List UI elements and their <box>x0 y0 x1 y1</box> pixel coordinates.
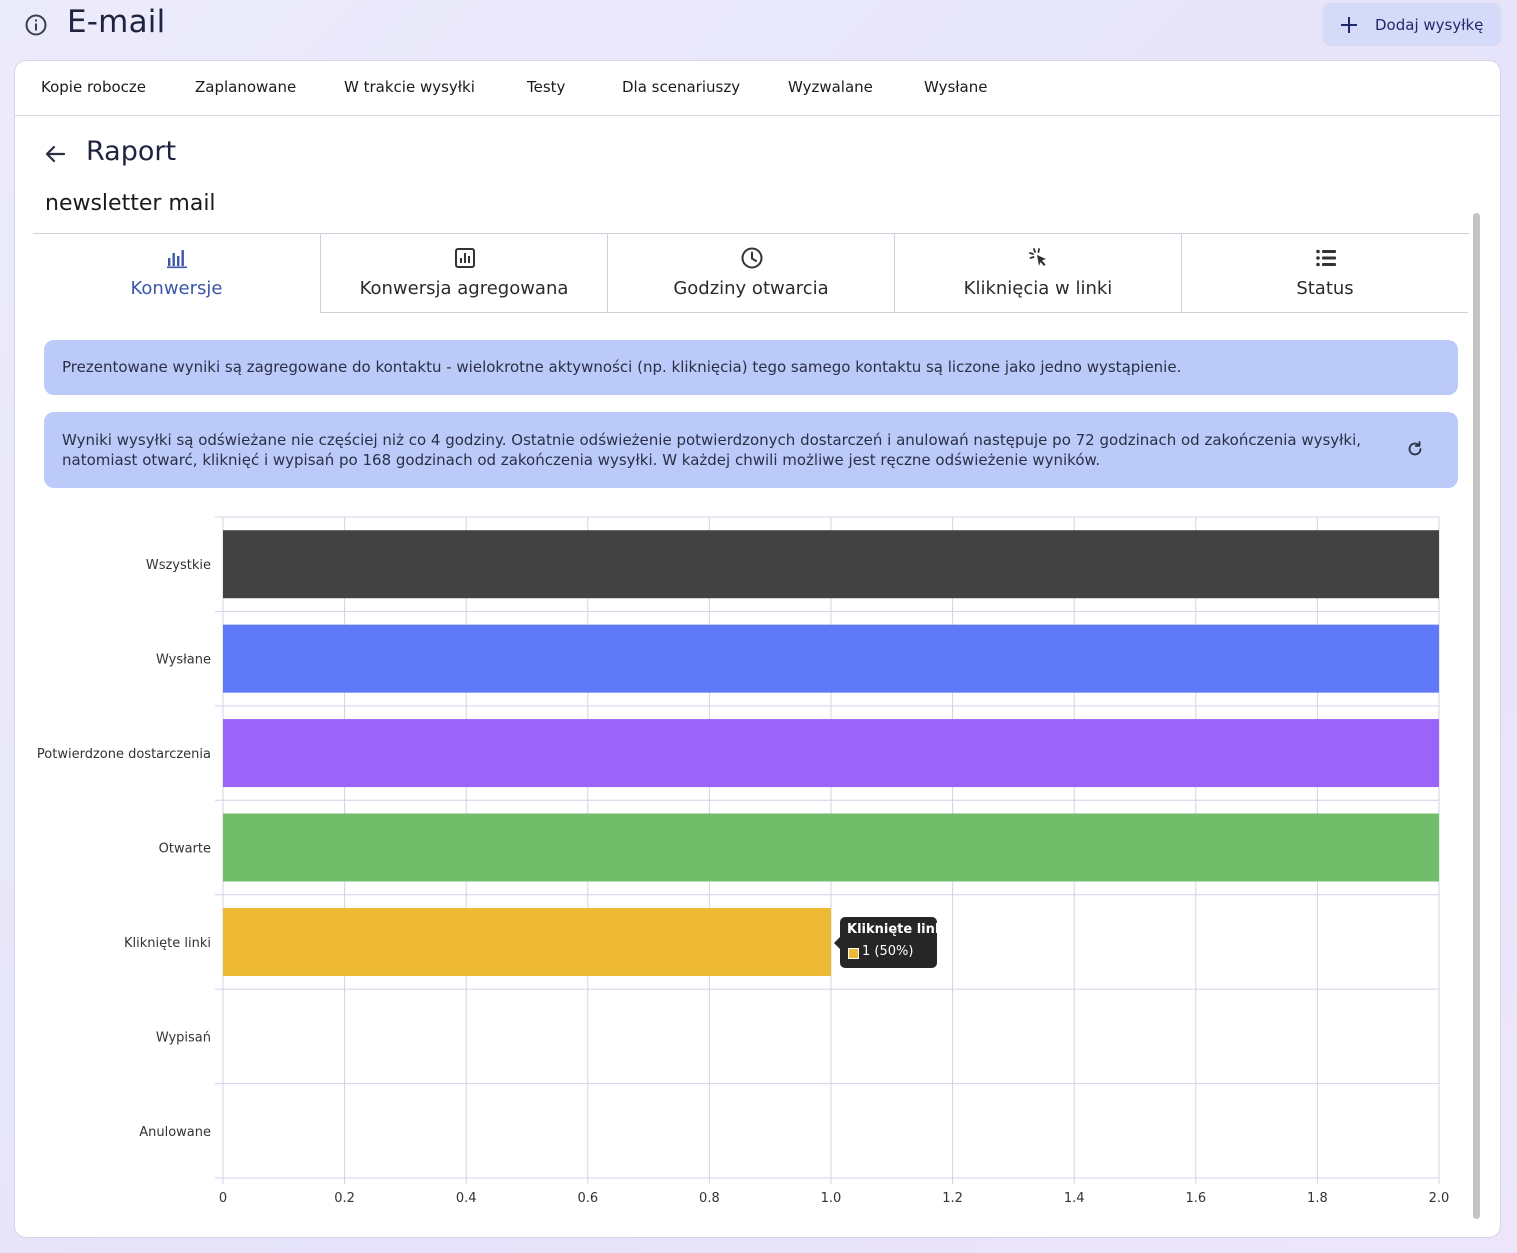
tooltip-value: 1 (50%) <box>862 944 914 959</box>
tooltip-swatch <box>848 948 859 959</box>
x-tick-label: 0.4 <box>456 1191 477 1206</box>
tab-sending[interactable]: W trakcie wysyłki <box>344 78 475 96</box>
category-label: Anulowane <box>139 1125 211 1140</box>
x-tick-label: 1.0 <box>821 1191 842 1206</box>
bar-0 <box>223 530 1439 599</box>
chart-tooltip: Kliknięte linki 1 (50%) <box>834 917 948 968</box>
tab-label: Konwersje <box>130 278 223 299</box>
x-tick-label: 0.2 <box>334 1191 355 1206</box>
tab-triggered[interactable]: Wyzwalane <box>788 78 873 96</box>
cursor-click-icon <box>1029 248 1046 266</box>
bar-3 <box>223 813 1439 882</box>
list-icon <box>1316 249 1336 267</box>
main-panel: Kopie robocze Zaplanowane W trakcie wysy… <box>14 60 1501 1238</box>
page-title: E-mail <box>67 4 166 40</box>
category-label: Wszystkie <box>146 558 211 573</box>
bar-2 <box>223 719 1439 788</box>
x-tick-label: 1.8 <box>1307 1191 1328 1206</box>
bar-chart-icon <box>167 250 187 269</box>
category-label: Otwarte <box>159 842 211 857</box>
x-tick-label: 1.4 <box>1064 1191 1085 1206</box>
info-circle-icon[interactable] <box>24 13 48 37</box>
tab-tests[interactable]: Testy <box>527 78 565 96</box>
bar-4 <box>223 907 831 976</box>
tab-godziny-otwarcia[interactable]: Godziny otwarcia <box>607 234 894 313</box>
conversion-chart-svg: 0 0.2 0.4 0.6 0.8 1.0 1.2 1.4 1.6 1.8 2.0 Wszystkie… <box>37 516 1450 1206</box>
add-shipment-label: Dodaj wysyłkę <box>1375 15 1484 34</box>
aggregation-notice-text: Prezentowane wyniki są zagregowane do ko… <box>62 358 1182 376</box>
arrow-left-icon[interactable] <box>44 143 66 165</box>
x-tick-label: 0.6 <box>577 1191 598 1206</box>
conversion-chart: 0 0.2 0.4 0.6 0.8 1.0 1.2 1.4 1.6 1.8 2.0 Wszystkie… <box>15 501 1475 1221</box>
top-bar: E-mail Dodaj wysyłkę <box>0 0 1517 52</box>
scrollbar-thumb[interactable] <box>1473 213 1480 1219</box>
tab-scheduled[interactable]: Zaplanowane <box>195 78 296 96</box>
tab-label: Konwersja agregowana <box>359 278 569 299</box>
tab-sent[interactable]: Wysłane <box>924 78 987 96</box>
category-label: Kliknięte linki <box>124 936 211 951</box>
x-tick-label: 0.8 <box>699 1191 720 1206</box>
bar-1 <box>223 624 1439 693</box>
refresh-notice: Wyniki wysyłki są odświeżane nie częście… <box>44 412 1458 488</box>
tab-label: Kliknięcia w linki <box>963 278 1113 299</box>
tab-label: Godziny otwarcia <box>673 278 829 299</box>
category-label: Wysłane <box>156 653 211 668</box>
tab-konwersje[interactable]: Konwersje <box>33 234 320 313</box>
refresh-notice-text: Wyniki wysyłki są odświeżane nie częście… <box>62 431 1362 469</box>
add-shipment-button[interactable]: Dodaj wysyłkę <box>1323 3 1501 46</box>
refresh-icon[interactable] <box>1406 440 1424 458</box>
chart-box-icon <box>455 248 475 268</box>
x-tick-label: 0 <box>219 1191 227 1206</box>
x-tick-label: 1.6 <box>1185 1191 1206 1206</box>
report-tabs: Konwersje Konwersja agregowana Godziny o… <box>33 233 1469 313</box>
report-title: Raport <box>86 136 177 167</box>
clock-icon <box>741 247 763 269</box>
category-label: Wypisań <box>156 1030 211 1045</box>
x-tick-label: 2.0 <box>1429 1191 1450 1206</box>
tab-status[interactable]: Status <box>1181 234 1468 313</box>
category-label: Potwierdzone dostarczenia <box>37 747 211 762</box>
tab-konwersja-agregowana[interactable]: Konwersja agregowana <box>320 234 607 313</box>
aggregation-notice: Prezentowane wyniki są zagregowane do ko… <box>44 340 1458 395</box>
tab-drafts[interactable]: Kopie robocze <box>41 78 146 96</box>
mail-name: newsletter mail <box>45 191 216 216</box>
plus-icon <box>1341 16 1357 33</box>
shipment-tabs: Kopie robocze Zaplanowane W trakcie wysy… <box>15 61 1500 116</box>
tab-label: Status <box>1296 278 1354 299</box>
tab-klikniecia[interactable]: Kliknięcia w linki <box>894 234 1181 313</box>
x-tick-label: 1.2 <box>942 1191 963 1206</box>
tab-scenarios[interactable]: Dla scenariuszy <box>622 78 740 96</box>
tooltip-title: Kliknięte linki <box>847 922 948 937</box>
